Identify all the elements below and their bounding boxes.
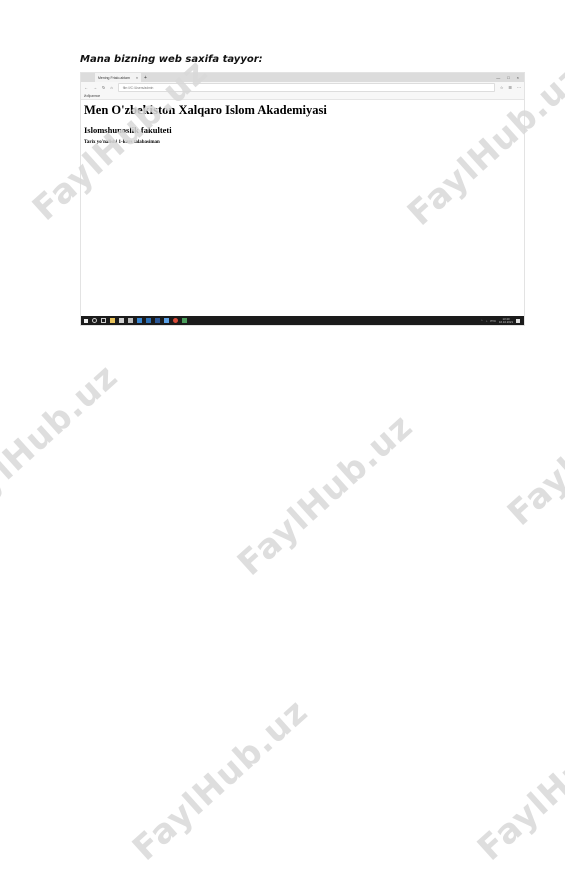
watermark: FaylHub.uz <box>229 406 421 584</box>
search-icon[interactable] <box>92 318 97 323</box>
minimize-button[interactable]: — <box>496 75 500 80</box>
caption: Mana bizning web saxifa tayyor: <box>80 54 263 65</box>
browser-tab-bar: Mening Frtalo.ablam × + — □ × <box>81 73 524 82</box>
app-icon[interactable] <box>164 318 169 323</box>
close-window-button[interactable]: × <box>517 75 519 80</box>
start-icon[interactable] <box>84 318 88 323</box>
chrome-icon[interactable] <box>173 318 178 323</box>
window-controls: — □ × <box>496 75 524 80</box>
app-icon[interactable] <box>182 318 187 323</box>
address-bar: ← → ↻ ⌂ file:///C:/Users/admin ☆ ☰ ⋯ <box>81 82 524 93</box>
page-subheading: Islomshunoslik fakulteti <box>84 125 172 135</box>
task-view-icon[interactable] <box>101 318 106 323</box>
word-icon[interactable] <box>155 318 160 323</box>
forward-icon[interactable]: → <box>93 85 97 90</box>
url-input[interactable]: file:///C:/Users/admin <box>117 83 495 92</box>
network-icon[interactable]: ⌃ <box>481 319 483 323</box>
new-tab-button[interactable]: + <box>144 75 147 81</box>
watermark: FaylHub.uz <box>499 356 565 534</box>
page-paragraph: Tarix yo'nalishi 1-kurs talabasiman <box>84 140 160 145</box>
favorite-star-icon[interactable]: ☆ <box>500 85 504 90</box>
refresh-icon[interactable]: ↻ <box>102 85 105 90</box>
favorites-icon[interactable]: ☰ <box>508 85 512 90</box>
mail-icon[interactable] <box>128 318 133 323</box>
more-icon[interactable]: ⋯ <box>517 85 521 90</box>
system-tray: ⌃ ♪ РУС 13:40 16.10.2021 <box>481 317 524 324</box>
clock[interactable]: 13:40 16.10.2021 <box>499 317 513 324</box>
notification-icon[interactable] <box>516 318 520 323</box>
volume-icon[interactable]: ♪ <box>486 319 487 323</box>
maximize-button[interactable]: □ <box>507 75 509 80</box>
favorites-label[interactable]: Избранное <box>84 94 100 98</box>
taskbar: ⌃ ♪ РУС 13:40 16.10.2021 <box>81 316 524 325</box>
clock-date: 16.10.2021 <box>499 319 513 324</box>
close-icon[interactable]: × <box>136 76 138 80</box>
watermark: FaylHub.uz <box>469 691 565 869</box>
browser-screenshot: Mening Frtalo.ablam × + — □ × ← → ↻ ⌂ fi… <box>80 72 525 326</box>
page-content: Men O'zbekiston Xalqaro Islom Akademiyas… <box>81 100 524 148</box>
browser-tab[interactable]: Mening Frtalo.ablam × <box>95 73 141 82</box>
store-icon[interactable] <box>119 318 124 323</box>
edge-icon[interactable] <box>137 318 142 323</box>
watermark: FaylHub.uz <box>0 356 126 534</box>
watermark: FaylHub.uz <box>124 691 316 869</box>
file-explorer-icon[interactable] <box>110 318 115 323</box>
language-indicator[interactable]: РУС <box>490 319 496 323</box>
tab-title: Mening Frtalo.ablam <box>98 75 130 80</box>
home-icon[interactable]: ⌂ <box>110 85 112 90</box>
app-icon[interactable] <box>146 318 151 323</box>
favorites-bar: Избранное <box>81 93 524 100</box>
page-heading: Men O'zbekiston Xalqaro Islom Akademiyas… <box>84 103 327 117</box>
back-icon[interactable]: ← <box>84 85 88 90</box>
